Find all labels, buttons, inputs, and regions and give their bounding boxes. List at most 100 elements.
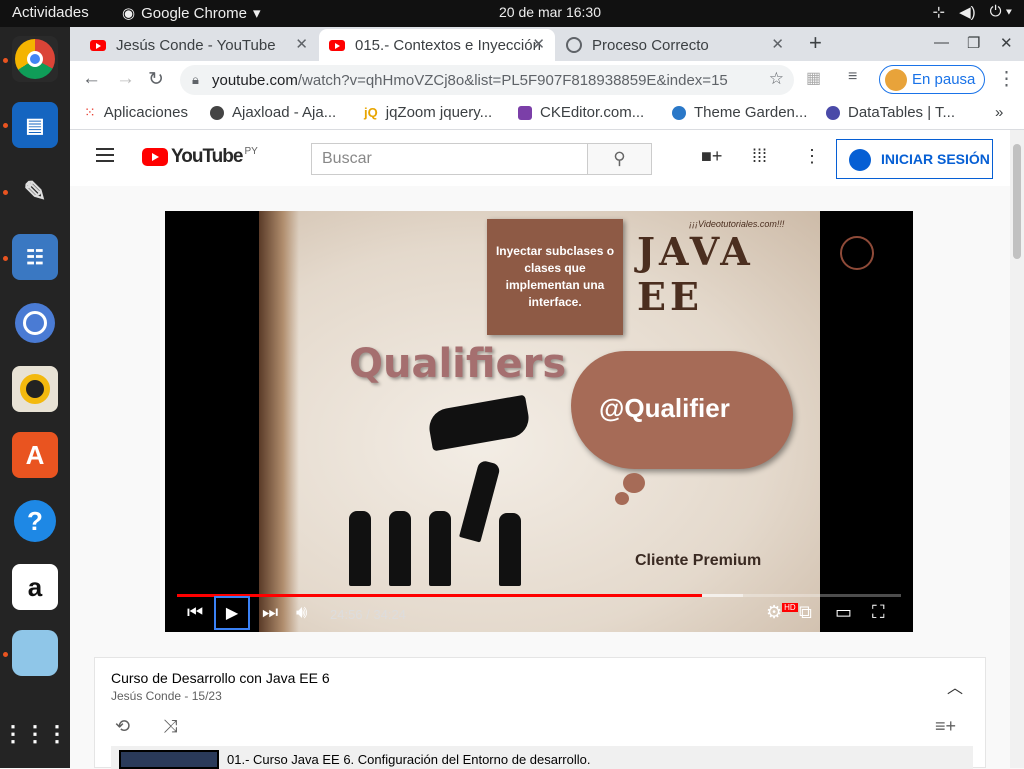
page-scrollbar[interactable] xyxy=(1010,130,1024,768)
tab-active-video[interactable]: 015.- Contextos e Inyección ✕ xyxy=(319,29,555,61)
help-icon[interactable]: ? xyxy=(12,498,58,544)
address-bar[interactable]: 🔒︎ youtube.com/watch?v=qhHmoVZCj8o&list=… xyxy=(180,65,794,95)
libreoffice-writer-icon[interactable]: ▤ xyxy=(12,102,58,148)
url-text: youtube.com/watch?v=qhHmoVZCj8o&list=PL5… xyxy=(212,72,728,89)
miniplayer-button[interactable]: ⧉ xyxy=(799,602,812,623)
media-control-icon[interactable]: ≡ xyxy=(848,68,857,86)
minimize-button[interactable]: — xyxy=(934,34,949,51)
sign-in-button[interactable]: INICIAR SESIÓN xyxy=(836,139,993,179)
bookmark-ckeditor[interactable]: CKEditor.com... xyxy=(518,104,644,121)
close-tab-icon[interactable]: ✕ xyxy=(771,35,784,53)
forward-button[interactable]: → xyxy=(116,68,135,90)
reload-button[interactable]: ↻ xyxy=(148,68,164,91)
menu-kebab-icon[interactable]: ⋮ xyxy=(997,68,1016,91)
country-code: PY xyxy=(244,145,258,157)
next-button[interactable]: ⏭ xyxy=(262,602,278,623)
bookmark-apps[interactable]: ⁙ Aplicaciones xyxy=(84,104,188,121)
globe-icon xyxy=(566,37,582,53)
bookmark-star-icon[interactable]: ☆ xyxy=(769,69,784,89)
youtube-favicon-icon xyxy=(90,39,106,51)
channel-watermark-icon xyxy=(840,236,874,270)
search-button[interactable]: ⚲ xyxy=(587,143,652,175)
save-playlist-icon[interactable]: ≡+ xyxy=(935,716,956,737)
settings-gear-icon[interactable]: ⚙ HD xyxy=(766,602,798,623)
bookmark-datatables[interactable]: DataTables | T... xyxy=(826,104,955,121)
shuffle-icon[interactable]: ⤨ xyxy=(163,716,177,737)
loop-icon[interactable]: ⟲ xyxy=(115,716,130,737)
scrollbar-thumb[interactable] xyxy=(1013,144,1021,259)
settings-kebab-icon[interactable]: ⋮ xyxy=(803,146,821,167)
rhythmbox-icon[interactable] xyxy=(12,366,58,412)
playlist-title[interactable]: Curso de Desarrollo con Java EE 6 xyxy=(111,670,330,686)
hanging-person-silhouette xyxy=(459,459,501,543)
apps-grid-icon: ⁙ xyxy=(84,104,96,120)
volume-button[interactable]: 🔊︎ xyxy=(296,602,307,623)
previous-button[interactable]: ⏮ xyxy=(187,602,203,623)
slide-textbox: Inyectar subclases o clases que implemen… xyxy=(487,219,623,335)
image-editor-icon[interactable]: ✎ xyxy=(12,168,58,214)
fullscreen-button[interactable]: ⛶ xyxy=(872,602,885,623)
search-icon: ⚲ xyxy=(613,149,626,168)
tab-jesus-conde[interactable]: Jesús Conde - YouTube ✕ xyxy=(80,29,318,61)
bookmark-jqzoom[interactable]: jQ jqZoom jquery... xyxy=(364,104,492,121)
hamburger-menu-icon[interactable] xyxy=(96,148,114,162)
tab-proceso-correcto[interactable]: Proceso Correcto ✕ xyxy=(556,29,794,61)
amazon-icon[interactable]: a xyxy=(12,564,58,610)
bookmarks-bar: ⁙ Aplicaciones Ajaxload - Aja... jQ jqZoom… xyxy=(70,99,1024,130)
bookmark-ajaxload[interactable]: Ajaxload - Aja... xyxy=(210,104,336,121)
person-silhouette xyxy=(429,511,451,586)
virtualbox-icon[interactable] xyxy=(12,630,58,676)
bookmarks-overflow-button[interactable]: » xyxy=(995,104,1003,121)
youtube-logo[interactable]: YouTube PY xyxy=(142,146,258,168)
jqzoom-icon: jQ xyxy=(364,105,378,120)
back-button[interactable]: ← xyxy=(82,68,101,90)
system-tray[interactable]: ⊹ ◀) ⏻ ▾ xyxy=(933,3,1012,21)
play-button[interactable]: ▶ xyxy=(214,596,250,630)
profile-label: En pausa xyxy=(912,71,976,88)
youtube-favicon-icon xyxy=(329,39,345,51)
time-display: 24:56 / 34:24 xyxy=(330,607,406,622)
running-indicator xyxy=(3,123,8,128)
playlist-item-title: 01.- Curso Java EE 6. Configuración del … xyxy=(227,752,591,767)
close-tab-icon[interactable]: ✕ xyxy=(295,35,308,53)
search-input[interactable]: Buscar xyxy=(311,143,588,175)
close-tab-icon[interactable]: ✕ xyxy=(532,35,545,53)
file-cabinet-icon[interactable]: ☷ xyxy=(12,234,58,280)
video-player[interactable]: Inyectar subclases o clases que implemen… xyxy=(165,211,913,632)
played-bar xyxy=(177,594,702,597)
new-tab-button[interactable]: + xyxy=(809,30,822,56)
show-apps-icon[interactable]: ⋮⋮⋮ xyxy=(2,711,68,757)
system-top-bar: Actividades ◉ Google Chrome ▾ 20 de mar 16… xyxy=(0,0,1024,27)
account-icon xyxy=(849,149,871,171)
lock-icon: 🔒︎ xyxy=(192,72,199,87)
ckeditor-icon xyxy=(518,105,532,120)
chrome-window: Jesús Conde - YouTube ✕ 015.- Contextos e… xyxy=(70,27,1024,769)
play-icon: ▶ xyxy=(225,605,239,622)
playlist-item[interactable]: 01.- Curso Java EE 6. Configuración del … xyxy=(111,746,973,769)
profile-button[interactable]: En pausa xyxy=(879,65,985,94)
chrome-launcher-icon[interactable] xyxy=(12,36,58,82)
progress-bar[interactable] xyxy=(177,594,901,597)
tab-title: Proceso Correcto xyxy=(592,36,709,54)
chromium-icon[interactable] xyxy=(12,300,58,346)
thought-bubble xyxy=(615,492,629,505)
power-icon: ⏻ ▾ xyxy=(989,3,1012,20)
restore-button[interactable]: ❐ xyxy=(967,34,980,52)
playlist-owner[interactable]: Jesús Conde xyxy=(111,689,181,703)
person-silhouette xyxy=(499,513,521,586)
software-center-icon[interactable]: A xyxy=(12,432,58,478)
close-window-button[interactable]: ✕ xyxy=(1000,34,1013,52)
youtube-page: YouTube PY Buscar ⚲ ■+ ⁞⁞⁞ ⋮ INICIAR SESI… xyxy=(70,130,1010,769)
hd-badge: HD xyxy=(782,603,798,612)
sign-in-label: INICIAR SESIÓN xyxy=(881,151,990,167)
running-indicator xyxy=(3,190,8,195)
create-video-icon[interactable]: ■+ xyxy=(701,146,722,167)
extension-icon[interactable]: ▦ xyxy=(806,68,821,88)
theater-mode-button[interactable]: ▭ xyxy=(835,602,852,623)
apps-grid-icon[interactable]: ⁞⁞⁞ xyxy=(752,146,767,167)
globe-icon xyxy=(210,105,224,120)
slide-heading: Qualifiers xyxy=(349,341,567,387)
collapse-chevron-icon[interactable]: ︿ xyxy=(947,674,963,698)
bookmark-theme-garden[interactable]: Theme Garden... xyxy=(672,104,807,121)
clock[interactable]: 20 de mar 16:30 xyxy=(0,4,1024,20)
